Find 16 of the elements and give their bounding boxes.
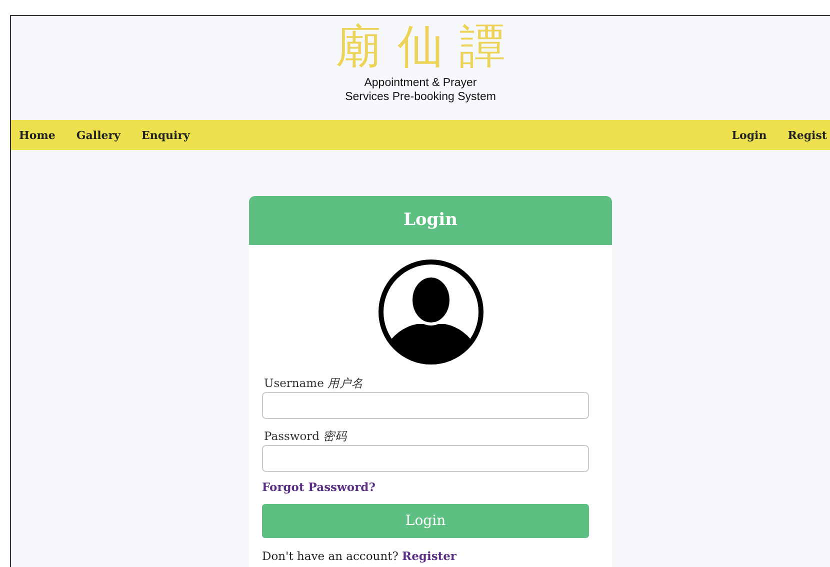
nav-link[interactable]: Home	[19, 128, 56, 142]
site-logo: 廟仙譚	[336, 18, 522, 74]
nav-link[interactable]: Gallery	[76, 128, 120, 142]
card-title: Login	[249, 196, 612, 245]
signup-prompt: Don't have an account? Register	[262, 549, 458, 563]
nav-link[interactable]: Login	[732, 128, 767, 142]
nav-link[interactable]: Regist	[788, 128, 827, 142]
register-link[interactable]: Register	[402, 549, 456, 563]
site-subtitle: Appointment & Prayer Services Pre-booking System	[345, 76, 496, 104]
field-label: Username 用户名	[264, 376, 365, 391]
forgot-password-link[interactable]: Forgot Password?	[262, 480, 376, 494]
user-avatar-icon	[376, 258, 484, 366]
nav-link[interactable]: Enquiry	[141, 128, 190, 142]
username-field[interactable]	[262, 392, 589, 419]
password-field[interactable]	[262, 445, 589, 472]
field-label: Password 密码	[264, 429, 348, 444]
